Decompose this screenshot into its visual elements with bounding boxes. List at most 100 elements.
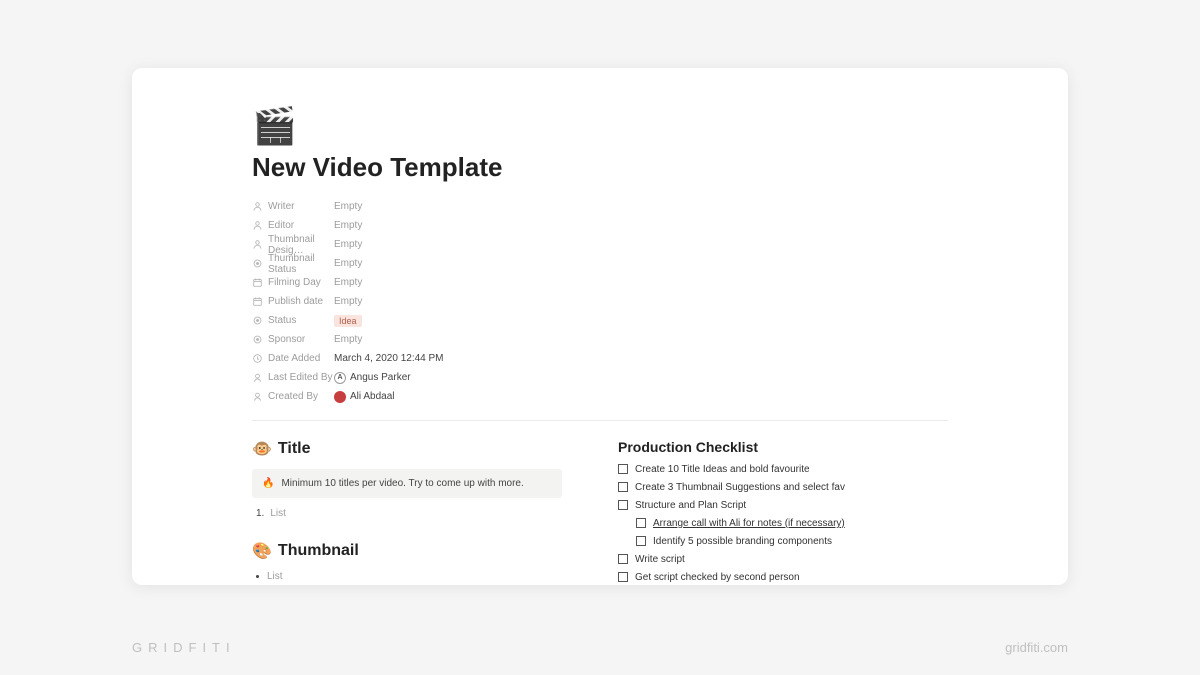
title-callout[interactable]: 🔥 Minimum 10 titles per video. Try to co… bbox=[252, 469, 562, 498]
callout-text: Minimum 10 titles per video. Try to come… bbox=[281, 478, 523, 489]
property-label: Filming Day bbox=[252, 277, 334, 288]
property-label: Editor bbox=[252, 220, 334, 231]
property-label: Date Added bbox=[252, 353, 334, 364]
property-value[interactable]: Empty bbox=[334, 296, 362, 307]
property-value[interactable]: Idea bbox=[334, 315, 362, 327]
property-value[interactable]: Empty bbox=[334, 334, 362, 345]
property-value[interactable]: A Angus Parker bbox=[334, 372, 411, 384]
property-label-text: Filming Day bbox=[268, 277, 321, 288]
checklist-item[interactable]: Structure and Plan Script bbox=[618, 499, 948, 512]
property-value[interactable]: Empty bbox=[334, 239, 362, 250]
property-value[interactable]: Empty bbox=[334, 220, 362, 231]
checklist-item[interactable]: Identify 5 possible branding components bbox=[636, 535, 948, 548]
checklist: Create 10 Title Ideas and bold favourite… bbox=[618, 463, 948, 585]
left-column: 🐵 Title 🔥 Minimum 10 titles per video. T… bbox=[252, 439, 562, 585]
property-label: Sponsor bbox=[252, 334, 334, 345]
checklist-item-text: Arrange call with Ali for notes (if nece… bbox=[653, 517, 845, 530]
property-label: Last Edited By bbox=[252, 372, 334, 383]
person-icon bbox=[252, 201, 263, 212]
checklist-item[interactable]: Write script bbox=[618, 553, 948, 566]
checklist-item-text: Get script checked by second person bbox=[635, 571, 800, 584]
page-icon[interactable]: 🎬 bbox=[252, 108, 948, 144]
checkbox[interactable] bbox=[618, 572, 628, 582]
bullet-placeholder: List bbox=[267, 571, 283, 582]
property-label-text: Date Added bbox=[268, 353, 320, 364]
calendar-icon bbox=[252, 296, 263, 307]
property-label-text: Writer bbox=[268, 201, 294, 212]
checklist-item[interactable]: Create 10 Title Ideas and bold favourite bbox=[618, 463, 948, 476]
status-tag: Idea bbox=[334, 315, 362, 327]
list-number: 1. bbox=[256, 508, 264, 519]
property-label-text: Status bbox=[268, 315, 296, 326]
checkbox[interactable] bbox=[636, 518, 646, 528]
checkbox[interactable] bbox=[636, 536, 646, 546]
property-label-text: Created By bbox=[268, 391, 318, 402]
checkbox[interactable] bbox=[618, 482, 628, 492]
user-icon bbox=[252, 372, 263, 383]
property-row[interactable]: Sponsor Empty bbox=[252, 330, 948, 349]
property-value[interactable]: Empty bbox=[334, 277, 362, 288]
property-row[interactable]: Publish date Empty bbox=[252, 292, 948, 311]
monkey-emoji-icon: 🐵 bbox=[252, 439, 272, 459]
properties-list: WriterEmptyEditorEmptyThumbnail Desig…Em… bbox=[252, 197, 948, 406]
property-label-text: Thumbnail Status bbox=[268, 253, 334, 275]
property-value[interactable]: March 4, 2020 12:44 PM bbox=[334, 353, 444, 364]
property-label-text: Last Edited By bbox=[268, 372, 332, 383]
checkbox[interactable] bbox=[618, 500, 628, 510]
person-name: Ali Abdaal bbox=[350, 391, 394, 402]
page-title[interactable]: New Video Template bbox=[252, 152, 948, 183]
fire-emoji-icon: 🔥 bbox=[262, 478, 274, 489]
footer-brand: GRIDFITI bbox=[132, 640, 236, 655]
property-row[interactable]: Thumbnail StatusEmpty bbox=[252, 254, 948, 273]
status-icon bbox=[252, 334, 263, 345]
property-value[interactable]: Ali Abdaal bbox=[334, 391, 394, 403]
title-section-heading[interactable]: 🐵 Title bbox=[252, 439, 562, 459]
footer-url: gridfiti.com bbox=[1005, 640, 1068, 655]
person-icon bbox=[252, 220, 263, 231]
property-row[interactable]: Status Idea bbox=[252, 311, 948, 330]
numbered-list-item[interactable]: 1. List bbox=[252, 508, 562, 519]
checkbox[interactable] bbox=[618, 554, 628, 564]
page-card: 🎬 New Video Template WriterEmptyEditorEm… bbox=[132, 68, 1068, 585]
checklist-item-text: Identify 5 possible branding components bbox=[653, 535, 832, 548]
thumbnail-heading-text: Thumbnail bbox=[278, 542, 359, 560]
checklist-item-text: Structure and Plan Script bbox=[635, 499, 746, 512]
clock-icon bbox=[252, 353, 263, 364]
property-label: Writer bbox=[252, 201, 334, 212]
avatar: A bbox=[334, 372, 346, 384]
property-value[interactable]: Empty bbox=[334, 201, 362, 212]
list-placeholder: List bbox=[270, 508, 286, 519]
person-name: Angus Parker bbox=[350, 372, 411, 383]
property-row[interactable]: Date Added March 4, 2020 12:44 PM bbox=[252, 349, 948, 368]
checklist-item-text: Write script bbox=[635, 553, 685, 566]
bullet-list-item[interactable]: List bbox=[252, 571, 562, 582]
property-row[interactable]: Created By Ali Abdaal bbox=[252, 387, 948, 406]
property-label: Status bbox=[252, 315, 334, 326]
person-icon bbox=[252, 239, 263, 250]
property-row[interactable]: Writer Empty bbox=[252, 197, 948, 216]
property-label-text: Publish date bbox=[268, 296, 323, 307]
checklist-item-text: Create 10 Title Ideas and bold favourite bbox=[635, 463, 810, 476]
property-row[interactable]: Last Edited ByA Angus Parker bbox=[252, 368, 948, 387]
avatar bbox=[334, 391, 346, 403]
property-label-text: Sponsor bbox=[268, 334, 305, 345]
calendar-icon bbox=[252, 277, 263, 288]
right-column: Production Checklist Create 10 Title Ide… bbox=[618, 439, 948, 585]
property-row[interactable]: Thumbnail Desig…Empty bbox=[252, 235, 948, 254]
status-icon bbox=[252, 315, 263, 326]
checklist-item[interactable]: Create 3 Thumbnail Suggestions and selec… bbox=[618, 481, 948, 494]
property-row[interactable]: EditorEmpty bbox=[252, 216, 948, 235]
checklist-heading[interactable]: Production Checklist bbox=[618, 439, 948, 455]
property-label: Thumbnail Status bbox=[252, 253, 334, 275]
property-row[interactable]: Filming Day Empty bbox=[252, 273, 948, 292]
checklist-item-text: Create 3 Thumbnail Suggestions and selec… bbox=[635, 481, 845, 494]
status-icon bbox=[252, 258, 263, 269]
checkbox[interactable] bbox=[618, 464, 628, 474]
checklist-item[interactable]: Get script checked by second person bbox=[618, 571, 948, 584]
checklist-item[interactable]: Arrange call with Ali for notes (if nece… bbox=[636, 517, 948, 530]
property-value[interactable]: Empty bbox=[334, 258, 362, 269]
property-label: Created By bbox=[252, 391, 334, 402]
bullet-icon bbox=[256, 575, 259, 578]
columns: 🐵 Title 🔥 Minimum 10 titles per video. T… bbox=[252, 439, 948, 585]
thumbnail-section-heading[interactable]: 🎨 Thumbnail bbox=[252, 541, 562, 561]
